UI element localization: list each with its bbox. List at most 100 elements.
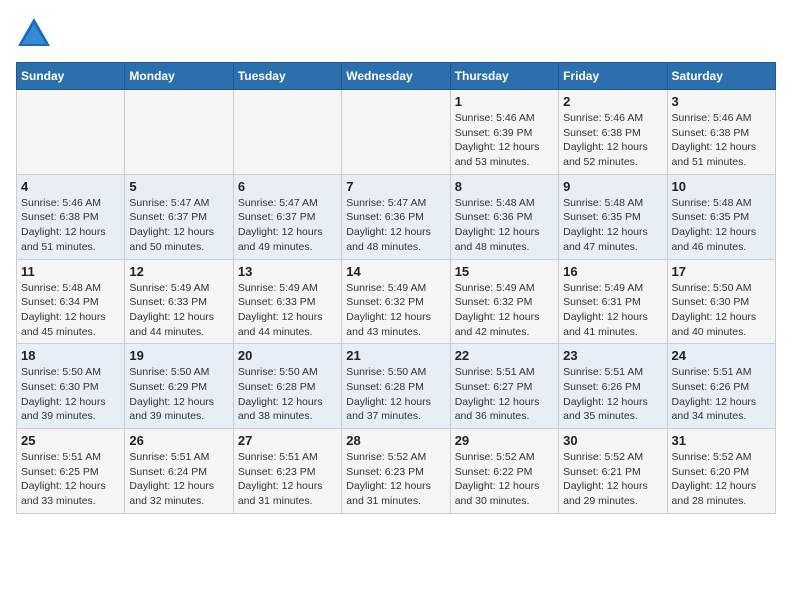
calendar-cell: 5 Sunrise: 5:47 AMSunset: 6:37 PMDaylight… xyxy=(125,174,233,259)
day-info: Sunrise: 5:52 AMSunset: 6:21 PMDaylight:… xyxy=(563,450,662,509)
day-number: 25 xyxy=(21,433,120,448)
calendar-cell: 27 Sunrise: 5:51 AMSunset: 6:23 PMDayligh… xyxy=(233,429,341,514)
day-info: Sunrise: 5:46 AMSunset: 6:39 PMDaylight:… xyxy=(455,111,554,170)
day-info: Sunrise: 5:50 AMSunset: 6:30 PMDaylight:… xyxy=(672,281,771,340)
calendar-week-row: 11 Sunrise: 5:48 AMSunset: 6:34 PMDayligh… xyxy=(17,259,776,344)
calendar-cell: 16 Sunrise: 5:49 AMSunset: 6:31 PMDayligh… xyxy=(559,259,667,344)
day-number: 24 xyxy=(672,348,771,363)
calendar-cell: 22 Sunrise: 5:51 AMSunset: 6:27 PMDayligh… xyxy=(450,344,558,429)
calendar-cell xyxy=(17,90,125,175)
calendar-cell: 6 Sunrise: 5:47 AMSunset: 6:37 PMDaylight… xyxy=(233,174,341,259)
day-info: Sunrise: 5:48 AMSunset: 6:34 PMDaylight:… xyxy=(21,281,120,340)
day-info: Sunrise: 5:48 AMSunset: 6:35 PMDaylight:… xyxy=(563,196,662,255)
calendar-cell: 28 Sunrise: 5:52 AMSunset: 6:23 PMDayligh… xyxy=(342,429,450,514)
day-info: Sunrise: 5:49 AMSunset: 6:32 PMDaylight:… xyxy=(455,281,554,340)
page-header xyxy=(16,16,776,52)
day-info: Sunrise: 5:50 AMSunset: 6:29 PMDaylight:… xyxy=(129,365,228,424)
calendar-cell: 2 Sunrise: 5:46 AMSunset: 6:38 PMDaylight… xyxy=(559,90,667,175)
logo-icon xyxy=(16,16,52,52)
day-info: Sunrise: 5:48 AMSunset: 6:36 PMDaylight:… xyxy=(455,196,554,255)
day-info: Sunrise: 5:50 AMSunset: 6:28 PMDaylight:… xyxy=(346,365,445,424)
logo xyxy=(16,16,56,52)
day-number: 21 xyxy=(346,348,445,363)
day-info: Sunrise: 5:51 AMSunset: 6:23 PMDaylight:… xyxy=(238,450,337,509)
day-of-week-header: Sunday xyxy=(17,63,125,90)
day-number: 9 xyxy=(563,179,662,194)
day-number: 29 xyxy=(455,433,554,448)
calendar-week-row: 4Sunrise: 5:46 AMSunset: 6:38 PMDaylight… xyxy=(17,174,776,259)
day-info: Sunrise: 5:51 AMSunset: 6:26 PMDaylight:… xyxy=(563,365,662,424)
day-number: 10 xyxy=(672,179,771,194)
day-number: 30 xyxy=(563,433,662,448)
day-number: 12 xyxy=(129,264,228,279)
day-number: 16 xyxy=(563,264,662,279)
day-number: 28 xyxy=(346,433,445,448)
day-number: 5 xyxy=(129,179,228,194)
day-of-week-header: Wednesday xyxy=(342,63,450,90)
day-info: Sunrise: 5:49 AMSunset: 6:31 PMDaylight:… xyxy=(563,281,662,340)
day-info: Sunrise: 5:52 AMSunset: 6:22 PMDaylight:… xyxy=(455,450,554,509)
day-number: 27 xyxy=(238,433,337,448)
calendar-week-row: 18 Sunrise: 5:50 AMSunset: 6:30 PMDayligh… xyxy=(17,344,776,429)
day-number: 11 xyxy=(21,264,120,279)
day-info: Sunrise: 5:47 AMSunset: 6:36 PMDaylight:… xyxy=(346,196,445,255)
calendar-cell: 26 Sunrise: 5:51 AMSunset: 6:24 PMDayligh… xyxy=(125,429,233,514)
calendar-cell: 25 Sunrise: 5:51 AMSunset: 6:25 PMDayligh… xyxy=(17,429,125,514)
day-info: Sunrise: 5:52 AMSunset: 6:20 PMDaylight:… xyxy=(672,450,771,509)
day-info: Sunrise: 5:47 AMSunset: 6:37 PMDaylight:… xyxy=(129,196,228,255)
day-number: 15 xyxy=(455,264,554,279)
day-of-week-header: Monday xyxy=(125,63,233,90)
day-info: Sunrise: 5:51 AMSunset: 6:24 PMDaylight:… xyxy=(129,450,228,509)
calendar-cell: 12 Sunrise: 5:49 AMSunset: 6:33 PMDayligh… xyxy=(125,259,233,344)
day-info: Sunrise: 5:49 AMSunset: 6:33 PMDaylight:… xyxy=(238,281,337,340)
day-of-week-header: Friday xyxy=(559,63,667,90)
calendar-cell: 15 Sunrise: 5:49 AMSunset: 6:32 PMDayligh… xyxy=(450,259,558,344)
day-number: 8 xyxy=(455,179,554,194)
day-info: Sunrise: 5:50 AMSunset: 6:28 PMDaylight:… xyxy=(238,365,337,424)
day-info: Sunrise: 5:50 AMSunset: 6:30 PMDaylight:… xyxy=(21,365,120,424)
calendar-cell: 3 Sunrise: 5:46 AMSunset: 6:38 PMDaylight… xyxy=(667,90,775,175)
calendar-cell: 19 Sunrise: 5:50 AMSunset: 6:29 PMDayligh… xyxy=(125,344,233,429)
calendar-cell xyxy=(233,90,341,175)
day-info: Sunrise: 5:46 AMSunset: 6:38 PMDaylight:… xyxy=(21,196,120,255)
calendar-header: SundayMondayTuesdayWednesdayThursdayFrid… xyxy=(17,63,776,90)
day-number: 18 xyxy=(21,348,120,363)
calendar-cell: 21 Sunrise: 5:50 AMSunset: 6:28 PMDayligh… xyxy=(342,344,450,429)
day-number: 26 xyxy=(129,433,228,448)
day-number: 6 xyxy=(238,179,337,194)
calendar-cell: 8 Sunrise: 5:48 AMSunset: 6:36 PMDaylight… xyxy=(450,174,558,259)
day-info: Sunrise: 5:46 AMSunset: 6:38 PMDaylight:… xyxy=(563,111,662,170)
day-info: Sunrise: 5:49 AMSunset: 6:32 PMDaylight:… xyxy=(346,281,445,340)
calendar-cell: 1 Sunrise: 5:46 AMSunset: 6:39 PMDaylight… xyxy=(450,90,558,175)
day-info: Sunrise: 5:48 AMSunset: 6:35 PMDaylight:… xyxy=(672,196,771,255)
day-number: 19 xyxy=(129,348,228,363)
day-info: Sunrise: 5:46 AMSunset: 6:38 PMDaylight:… xyxy=(672,111,771,170)
calendar-cell: 13Sunrise: 5:49 AMSunset: 6:33 PMDayligh… xyxy=(233,259,341,344)
day-number: 22 xyxy=(455,348,554,363)
calendar-cell: 14 Sunrise: 5:49 AMSunset: 6:32 PMDayligh… xyxy=(342,259,450,344)
day-info: Sunrise: 5:47 AMSunset: 6:37 PMDaylight:… xyxy=(238,196,337,255)
day-number: 31 xyxy=(672,433,771,448)
day-number: 14 xyxy=(346,264,445,279)
day-number: 3 xyxy=(672,94,771,109)
calendar-week-row: 25 Sunrise: 5:51 AMSunset: 6:25 PMDayligh… xyxy=(17,429,776,514)
calendar-cell: 17 Sunrise: 5:50 AMSunset: 6:30 PMDayligh… xyxy=(667,259,775,344)
day-info: Sunrise: 5:52 AMSunset: 6:23 PMDaylight:… xyxy=(346,450,445,509)
day-info: Sunrise: 5:51 AMSunset: 6:25 PMDaylight:… xyxy=(21,450,120,509)
day-of-week-header: Thursday xyxy=(450,63,558,90)
day-number: 23 xyxy=(563,348,662,363)
day-number: 2 xyxy=(563,94,662,109)
calendar-cell: 4Sunrise: 5:46 AMSunset: 6:38 PMDaylight… xyxy=(17,174,125,259)
day-info: Sunrise: 5:51 AMSunset: 6:26 PMDaylight:… xyxy=(672,365,771,424)
day-of-week-header: Tuesday xyxy=(233,63,341,90)
day-number: 1 xyxy=(455,94,554,109)
calendar-cell: 24 Sunrise: 5:51 AMSunset: 6:26 PMDayligh… xyxy=(667,344,775,429)
calendar-cell: 10 Sunrise: 5:48 AMSunset: 6:35 PMDayligh… xyxy=(667,174,775,259)
calendar-table: SundayMondayTuesdayWednesdayThursdayFrid… xyxy=(16,62,776,514)
day-number: 17 xyxy=(672,264,771,279)
day-info: Sunrise: 5:51 AMSunset: 6:27 PMDaylight:… xyxy=(455,365,554,424)
calendar-cell: 7Sunrise: 5:47 AMSunset: 6:36 PMDaylight… xyxy=(342,174,450,259)
day-info: Sunrise: 5:49 AMSunset: 6:33 PMDaylight:… xyxy=(129,281,228,340)
day-number: 20 xyxy=(238,348,337,363)
calendar-week-row: 1 Sunrise: 5:46 AMSunset: 6:39 PMDaylight… xyxy=(17,90,776,175)
